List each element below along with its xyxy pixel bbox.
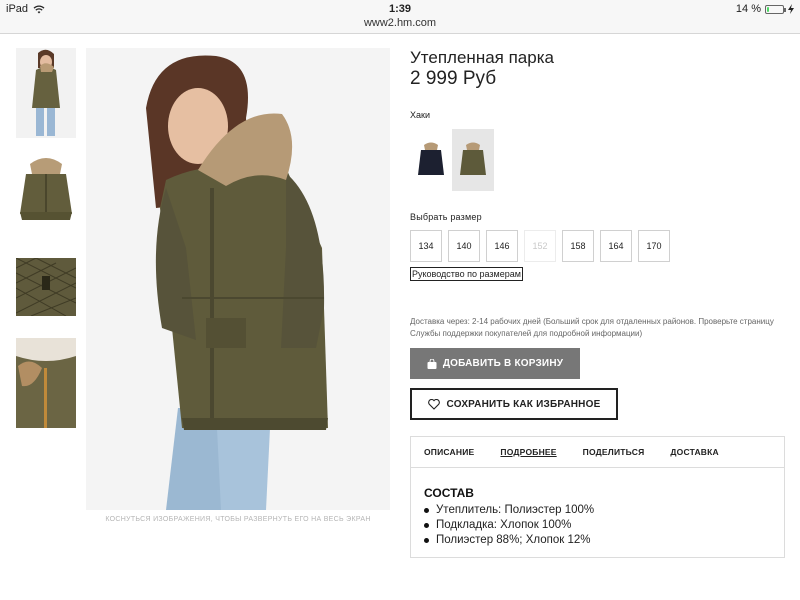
image-caption: КОСНУТЬСЯ ИЗОБРАЖЕНИЯ, ЧТОБЫ РАЗВЕРНУТЬ … (105, 516, 371, 523)
list-item: Полиэстер 88%; Хлопок 12% (424, 533, 594, 548)
thumbnail-4[interactable] (16, 338, 76, 428)
thumbnail-jacket-image (16, 152, 76, 228)
add-to-cart-button[interactable]: ДОБАВИТЬ В КОРЗИНУ (410, 348, 580, 379)
product-title: Утепленная парка (410, 48, 554, 67)
color-swatches (410, 129, 494, 191)
bullet-icon (424, 523, 429, 528)
main-product-image[interactable] (86, 48, 390, 510)
details-tabs: ОПИСАНИЕ ПОДРОБНЕЕ ПОДЕЛИТЬСЯ ДОСТАВКА (411, 437, 784, 468)
status-bar: iPad 1:39 www2.hm.com 14 % (0, 0, 800, 34)
size-label: Выбрать размер (410, 212, 482, 222)
thumbnail-detail-image (16, 258, 76, 316)
composition-title: СОСТАВ (424, 486, 474, 500)
thumbnail-model-image (16, 48, 76, 138)
size-164[interactable]: 164 (600, 230, 632, 262)
add-to-cart-label: ДОБАВИТЬ В КОРЗИНУ (442, 358, 564, 369)
thumbnail-2[interactable] (16, 152, 76, 228)
composition-list: Утеплитель: Полиэстер 100% Подкладка: Хл… (424, 503, 594, 548)
size-selector: 134 140 146 152 158 164 170 (410, 230, 670, 262)
thumbnail-hood-image (16, 338, 76, 428)
composition-item: Полиэстер 88%; Хлопок 12% (436, 534, 591, 546)
shopping-bag-icon (427, 358, 437, 369)
battery-icon (765, 4, 786, 14)
clock: 1:39 (388, 3, 412, 15)
product-price: 2 999 Руб (410, 68, 497, 89)
battery-percent: 14 % (735, 3, 761, 15)
status-right: 14 % (736, 3, 794, 15)
swatch-khaki[interactable] (452, 129, 494, 191)
list-item: Утеплитель: Полиэстер 100% (424, 503, 594, 518)
swatch-navy[interactable] (410, 129, 452, 191)
heart-icon (427, 398, 440, 410)
size-146[interactable]: 146 (486, 230, 518, 262)
size-guide-link[interactable]: Руководство по размерам (410, 267, 523, 281)
selected-color-name: Хаки (410, 110, 430, 120)
bullet-icon (424, 538, 429, 543)
bullet-icon (424, 508, 429, 513)
thumbnail-3[interactable] (16, 258, 76, 316)
composition-item: Утеплитель: Полиэстер 100% (436, 504, 595, 516)
size-152: 152 (524, 230, 556, 262)
size-158[interactable]: 158 (562, 230, 594, 262)
charging-icon (788, 4, 794, 14)
save-favorite-button[interactable]: СОХРАНИТЬ КАК ИЗБРАННОЕ (410, 388, 618, 420)
url-bar[interactable]: www2.hm.com (0, 17, 800, 29)
delivery-info: Доставка через: 2-14 рабочих дней (Больш… (410, 317, 774, 338)
tab-description[interactable]: ОПИСАНИЕ (424, 447, 474, 457)
tab-share[interactable]: ПОДЕЛИТЬСЯ (583, 447, 645, 457)
size-140[interactable]: 140 (448, 230, 480, 262)
list-item: Подкладка: Хлопок 100% (424, 518, 594, 533)
save-favorite-label: СОХРАНИТЬ КАК ИЗБРАННОЕ (446, 398, 601, 410)
khaki-parka-icon (460, 142, 486, 175)
navy-parka-icon (418, 142, 444, 175)
size-134[interactable]: 134 (410, 230, 442, 262)
size-170[interactable]: 170 (638, 230, 670, 262)
composition-item: Подкладка: Хлопок 100% (436, 519, 572, 531)
tab-delivery[interactable]: ДОСТАВКА (670, 447, 718, 457)
thumbnail-1[interactable] (16, 48, 76, 138)
model-in-parka-image (86, 48, 390, 510)
details-panel: ОПИСАНИЕ ПОДРОБНЕЕ ПОДЕЛИТЬСЯ ДОСТАВКА С… (410, 436, 785, 558)
tab-details[interactable]: ПОДРОБНЕЕ (500, 447, 556, 457)
